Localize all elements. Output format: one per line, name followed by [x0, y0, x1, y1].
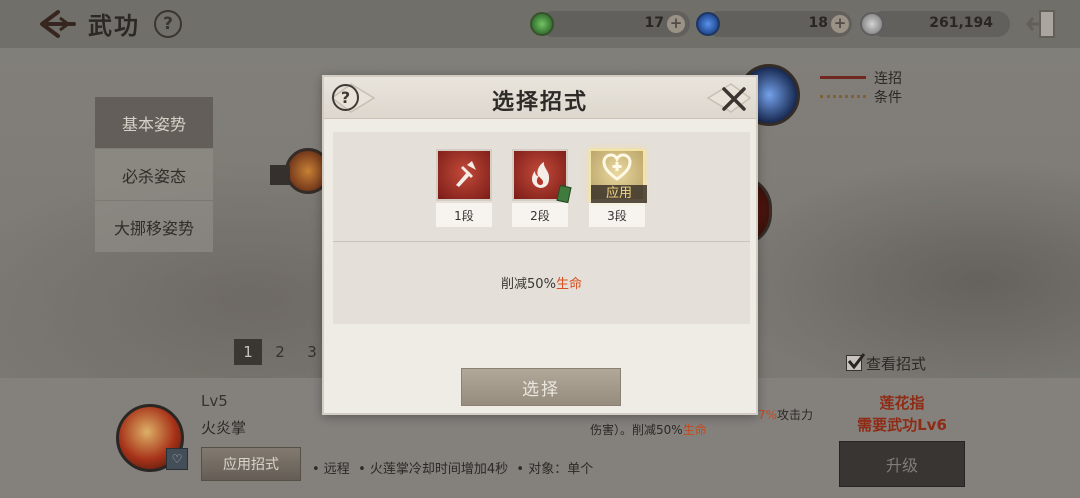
stage-1-label: 1段: [436, 203, 492, 227]
description-highlight: 生命: [555, 277, 582, 292]
close-icon[interactable]: [720, 85, 748, 113]
dialog-title: 选择招式: [491, 90, 588, 115]
description-text: 削减50%: [501, 277, 556, 292]
applied-tag: 应用: [591, 185, 647, 203]
stage-2-card[interactable]: 2段: [512, 149, 572, 227]
dialog-divider: [333, 241, 750, 242]
stage-3-label: 3段: [589, 203, 645, 227]
stage-3-card[interactable]: 应用 3段: [589, 149, 647, 227]
select-button[interactable]: 选择: [461, 368, 621, 406]
flame-icon: [512, 149, 572, 204]
move-description: 削减50%生命: [333, 273, 750, 292]
select-move-dialog: ? 选择招式 1段 2段 应用 3段 削减50%生命 选择: [322, 75, 758, 415]
sword-up-icon: [436, 149, 492, 201]
heart-plus-icon: 应用: [589, 149, 647, 203]
stage-1-card[interactable]: 1段: [436, 149, 492, 227]
stage-2-label: 2段: [512, 203, 568, 227]
